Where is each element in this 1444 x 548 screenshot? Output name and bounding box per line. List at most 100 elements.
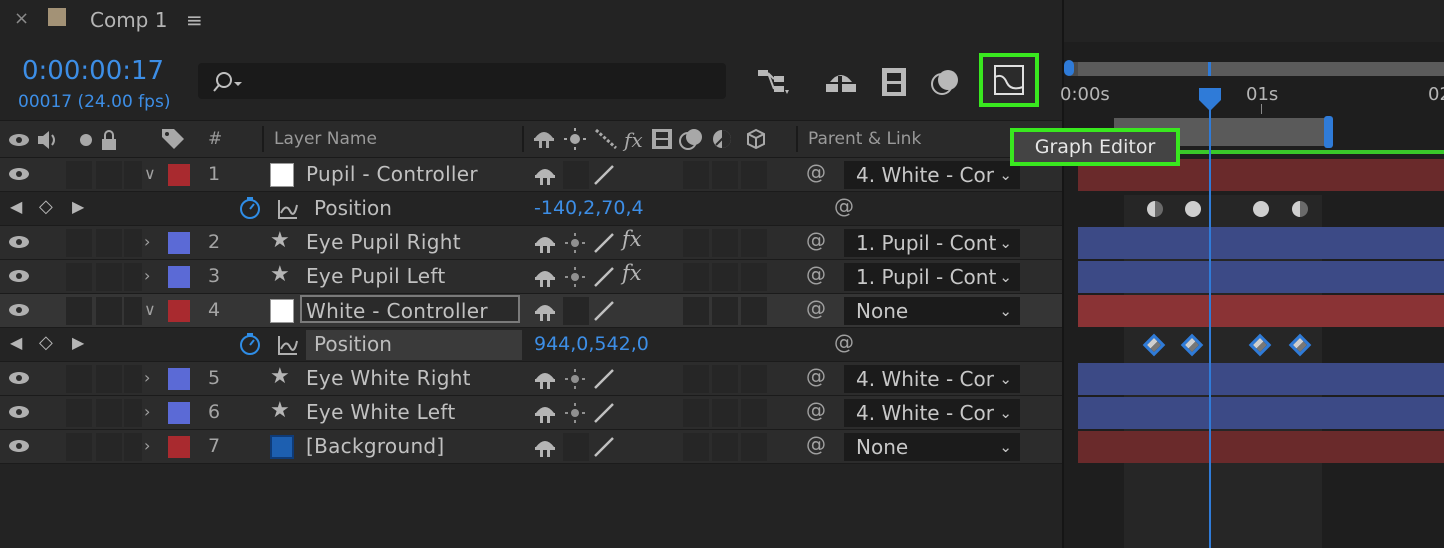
layer-name[interactable]: Eye White Right <box>306 366 471 390</box>
parent-pickwhip-icon[interactable]: @ <box>806 296 826 320</box>
playhead-handle[interactable] <box>1199 88 1221 112</box>
motion-blur-icon[interactable] <box>930 66 966 98</box>
solo-toggle[interactable] <box>96 263 122 291</box>
layer-row[interactable]: ∨ 1 Pupil - Controller @4. White - Cor ⌄ <box>0 158 1062 192</box>
property-value[interactable]: -140,2,70,4 <box>534 197 644 219</box>
layer-duration-bar[interactable] <box>1078 363 1444 395</box>
switch-cell[interactable] <box>683 161 709 189</box>
property-row[interactable]: ◀ ◇ ▶ Position -140,2,70,4 @ <box>0 192 1062 226</box>
panel-menu-icon[interactable]: ≡ <box>186 8 203 32</box>
parent-pickwhip-icon[interactable]: @ <box>806 398 826 422</box>
visibility-eye-icon[interactable] <box>8 368 32 392</box>
layer-name[interactable]: Eye White Left <box>306 400 455 424</box>
shy-switch-icon[interactable] <box>533 265 557 293</box>
switch-cell[interactable] <box>683 297 709 325</box>
label-color-swatch[interactable] <box>168 164 190 186</box>
composition-mini-flowchart-icon[interactable] <box>756 66 792 98</box>
prev-keyframe-button[interactable]: ◀ <box>10 197 22 216</box>
solo-toggle[interactable] <box>96 229 122 257</box>
graph-toggle-icon[interactable] <box>276 197 300 225</box>
parent-dropdown[interactable]: 4. White - Cor ⌄ <box>844 161 1020 189</box>
switch-cell[interactable] <box>683 433 709 461</box>
keyframe[interactable] <box>1253 201 1269 217</box>
lock-toggle[interactable] <box>124 399 142 427</box>
expand-chevron-icon[interactable]: › <box>144 232 150 251</box>
lock-toggle[interactable] <box>124 365 142 393</box>
next-keyframe-button[interactable]: ▶ <box>72 197 84 216</box>
property-pickwhip-icon[interactable]: @ <box>834 330 854 354</box>
label-color-swatch[interactable] <box>168 232 190 254</box>
layer-duration-bar[interactable] <box>1078 295 1444 327</box>
switch-cell[interactable] <box>741 399 767 427</box>
layer-row[interactable]: › 2 ★ Eye Pupil Right fx @1. Pupil - Cont ⌄ <box>0 226 1062 260</box>
graph-editor-button[interactable] <box>979 53 1039 107</box>
visibility-eye-icon[interactable] <box>8 300 32 324</box>
layer-row[interactable]: › 5 ★ Eye White Right @4. White - Cor ⌄ <box>0 362 1062 396</box>
label-color-swatch[interactable] <box>168 402 190 424</box>
expand-chevron-icon[interactable]: › <box>144 402 150 421</box>
layer-duration-bar[interactable] <box>1078 227 1444 259</box>
visibility-eye-icon[interactable] <box>8 402 32 426</box>
switch-cell[interactable] <box>712 399 738 427</box>
switch-cell[interactable] <box>741 433 767 461</box>
audio-toggle[interactable] <box>66 399 92 427</box>
quality-switch-icon[interactable] <box>592 435 616 463</box>
parent-dropdown[interactable]: 1. Pupil - Cont ⌄ <box>844 263 1020 291</box>
visibility-eye-icon[interactable] <box>8 164 32 188</box>
layer-row[interactable]: › 3 ★ Eye Pupil Left fx @1. Pupil - Cont ⌄ <box>0 260 1062 294</box>
layer-row[interactable]: › 7 [Background] @ None ⌄ <box>0 430 1062 464</box>
layer-duration-bar[interactable] <box>1078 431 1444 463</box>
property-value[interactable]: 944,0,542,0 <box>534 333 649 355</box>
parent-dropdown[interactable]: None ⌄ <box>844 297 1020 325</box>
label-color-swatch[interactable] <box>168 436 190 458</box>
parent-dropdown[interactable]: None ⌄ <box>844 433 1020 461</box>
keyframe[interactable] <box>1292 201 1308 217</box>
collapse-chevron-icon[interactable]: ∨ <box>144 300 156 319</box>
shy-switch-icon[interactable] <box>533 435 557 463</box>
shy-switch-icon[interactable] <box>533 163 557 191</box>
layer-name[interactable]: White - Controller <box>300 295 520 323</box>
switch-cell[interactable] <box>683 263 709 291</box>
switch-cell[interactable] <box>683 229 709 257</box>
parent-dropdown[interactable]: 4. White - Cor ⌄ <box>844 365 1020 393</box>
layer-name-header[interactable]: Layer Name <box>274 129 377 149</box>
lock-toggle[interactable] <box>124 161 142 189</box>
solo-toggle[interactable] <box>96 365 122 393</box>
keyframe[interactable] <box>1185 201 1201 217</box>
solo-toggle[interactable] <box>96 161 122 189</box>
switch-cell[interactable] <box>712 433 738 461</box>
label-color-swatch[interactable] <box>168 266 190 288</box>
add-keyframe-button[interactable]: ◇ <box>39 332 53 353</box>
switch-cell[interactable] <box>712 365 738 393</box>
visibility-eye-icon[interactable] <box>8 232 32 256</box>
audio-toggle[interactable] <box>66 263 92 291</box>
layer-duration-bar[interactable] <box>1078 397 1444 429</box>
switch-cell[interactable] <box>741 161 767 189</box>
effects-switch-icon[interactable]: fx <box>622 227 642 251</box>
audio-toggle[interactable] <box>66 365 92 393</box>
layer-name[interactable]: Eye Pupil Left <box>306 264 446 288</box>
collapse-transform-switch-icon[interactable] <box>564 265 588 293</box>
property-row[interactable]: ◀ ◇ ▶ Position 944,0,542,0 @ <box>0 328 1062 362</box>
stopwatch-icon[interactable] <box>238 196 264 226</box>
layer-row[interactable]: › 6 ★ Eye White Left @4. White - Cor ⌄ <box>0 396 1062 430</box>
parent-link-header[interactable]: Parent & Link <box>808 129 921 149</box>
lock-toggle[interactable] <box>124 297 142 325</box>
switch-cell[interactable] <box>741 297 767 325</box>
audio-toggle[interactable] <box>66 297 92 325</box>
shy-switch-icon[interactable] <box>533 401 557 429</box>
collapse-transform-switch-icon[interactable] <box>564 231 588 259</box>
expand-chevron-icon[interactable]: › <box>144 266 150 285</box>
prev-keyframe-button[interactable]: ◀ <box>10 333 22 352</box>
property-pickwhip-icon[interactable]: @ <box>834 194 854 218</box>
layer-row[interactable]: ∨ 4 White - Controller @ None ⌄ <box>0 294 1062 328</box>
parent-dropdown[interactable]: 4. White - Cor ⌄ <box>844 399 1020 427</box>
parent-pickwhip-icon[interactable]: @ <box>806 160 826 184</box>
layer-name[interactable]: Eye Pupil Right <box>306 230 461 254</box>
collapse-transform-switch-icon[interactable] <box>564 367 588 395</box>
parent-pickwhip-icon[interactable]: @ <box>806 262 826 286</box>
parent-pickwhip-icon[interactable]: @ <box>806 364 826 388</box>
quality-switch-icon[interactable] <box>592 367 616 395</box>
parent-pickwhip-icon[interactable]: @ <box>806 432 826 456</box>
solo-toggle[interactable] <box>96 433 122 461</box>
